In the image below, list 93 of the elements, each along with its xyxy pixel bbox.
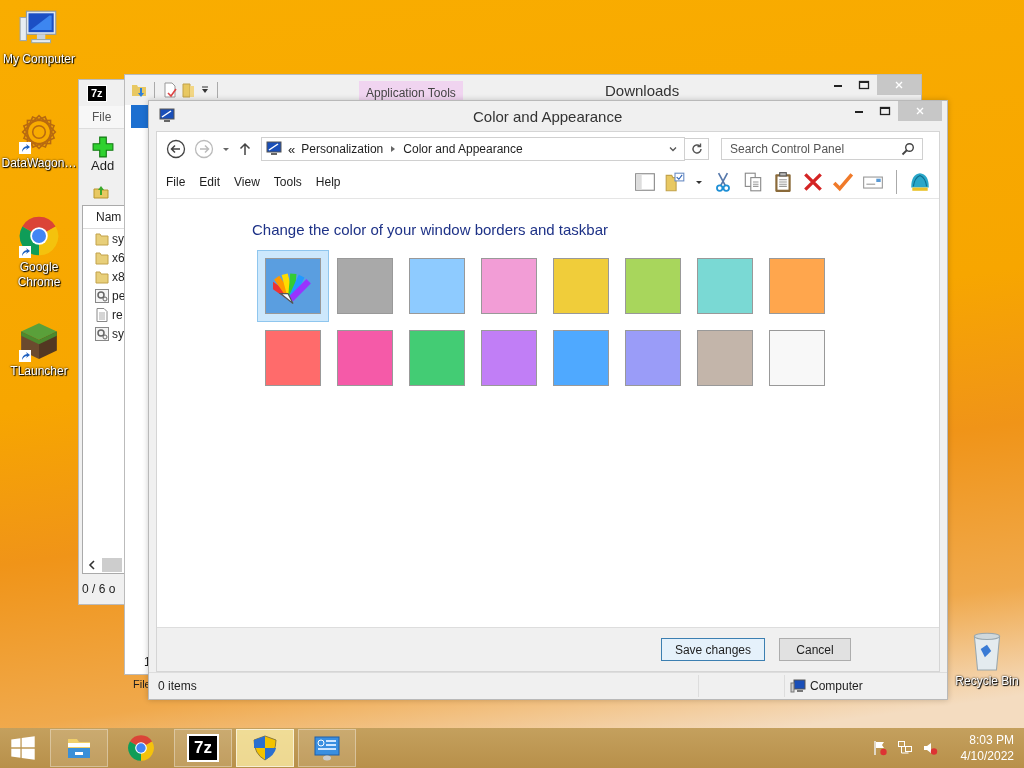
clock-date: 4/10/2022 (960, 748, 1014, 764)
color-tile[interactable] (769, 258, 825, 314)
scrollbar-thumb[interactable] (102, 558, 122, 572)
breadcrumb-item[interactable]: Color and Appearance (403, 142, 523, 156)
status-text: 0 items (157, 679, 198, 693)
back-button[interactable] (165, 138, 187, 160)
breadcrumb-item[interactable]: Personalization (301, 142, 384, 156)
file-name[interactable]: re (112, 307, 123, 322)
control-panel-icon (266, 141, 282, 157)
status-text: 0 / 6 o (82, 582, 116, 596)
page-heading: Change the color of your window borders and taskbar (252, 221, 610, 238)
taskbar-app-button[interactable] (236, 729, 294, 767)
forward-button[interactable] (193, 138, 215, 160)
network-icon[interactable] (896, 740, 913, 756)
hidden-path-chevron[interactable]: « (288, 141, 296, 157)
settings-file-icon (94, 325, 110, 342)
search-field[interactable]: Search Control Panel (721, 138, 923, 160)
computer-icon (790, 678, 806, 694)
flag-alert-icon[interactable] (871, 740, 888, 756)
menu-item[interactable]: File (166, 175, 186, 189)
folder-icon (94, 268, 110, 285)
taskbar-app-button[interactable]: 7z (174, 729, 232, 767)
folder-up-icon[interactable] (93, 184, 109, 200)
shortcut-arrow-icon (19, 142, 31, 154)
search-icon[interactable] (900, 141, 916, 157)
maximize-icon (879, 105, 891, 117)
maximize-icon (858, 79, 870, 91)
copy-icon[interactable] (742, 171, 764, 193)
color-tile[interactable] (409, 330, 465, 386)
file-name[interactable]: x8 (112, 269, 125, 284)
shortcut-arrow-icon (19, 246, 31, 258)
address-dropdown-icon[interactable] (668, 144, 678, 154)
menu-item[interactable]: View (234, 175, 260, 189)
window-title: Downloads (605, 82, 680, 99)
cancel-button[interactable]: Cancel (779, 638, 851, 661)
color-tile[interactable] (769, 330, 825, 386)
color-tile[interactable] (337, 330, 393, 386)
control-panel-icon (313, 734, 341, 762)
properties-icon[interactable] (162, 82, 178, 98)
shortcut-arrow-icon (19, 350, 31, 362)
folder-checklist-icon[interactable] (664, 171, 686, 193)
color-tile[interactable] (697, 330, 753, 386)
color-tile[interactable] (553, 330, 609, 386)
color-tile[interactable] (625, 258, 681, 314)
folder-down-icon[interactable] (131, 82, 147, 98)
browser-icon (127, 734, 155, 762)
color-tile[interactable] (697, 258, 753, 314)
color-tile[interactable] (337, 258, 393, 314)
color-tile[interactable] (625, 330, 681, 386)
color-tile[interactable] (553, 258, 609, 314)
archiver-logo: 7z (88, 85, 106, 101)
color-tile[interactable] (409, 258, 465, 314)
text-file-icon (94, 306, 110, 323)
save-button[interactable]: Save changes (660, 638, 765, 661)
color-tile[interactable] (481, 330, 537, 386)
clock-time: 8:03 PM (969, 732, 1014, 748)
scroll-left-icon[interactable] (87, 560, 97, 570)
shell-icon[interactable] (909, 171, 931, 193)
add-button[interactable]: Add (91, 135, 115, 173)
color-mixer-tile[interactable] (265, 258, 321, 314)
taskbar-app-button[interactable] (298, 729, 356, 767)
file-name[interactable]: x6 (112, 250, 125, 265)
folder-icon (94, 249, 110, 266)
menu-item[interactable]: Edit (199, 175, 221, 189)
color-swatch-option[interactable] (257, 250, 329, 322)
color-tile[interactable] (265, 330, 321, 386)
customize-caret-icon[interactable] (200, 85, 210, 95)
shield-icon (251, 734, 279, 762)
archiver-logo: 7z (189, 736, 217, 760)
clipboard-icon[interactable] (772, 171, 794, 193)
refresh-button[interactable] (685, 138, 709, 160)
checkmark-icon[interactable] (832, 171, 854, 193)
layout-pane-icon[interactable] (634, 171, 656, 193)
window-title: Color and Appearance (473, 108, 623, 125)
delete-icon[interactable] (802, 171, 824, 193)
folder-icon (94, 230, 110, 247)
file-name[interactable]: sy (112, 326, 124, 341)
file-name[interactable]: sy (112, 231, 124, 246)
settings-file-icon (94, 287, 110, 304)
menu-item[interactable]: Help (315, 175, 341, 189)
close-icon (893, 79, 905, 91)
muted-speaker-icon[interactable] (921, 740, 938, 756)
up-arrow-icon[interactable] (237, 141, 253, 157)
windows-logo-icon (10, 735, 36, 761)
close-icon (914, 105, 926, 117)
browser-icon[interactable] (18, 215, 60, 257)
control-panel-icon[interactable] (159, 108, 175, 124)
file-tab[interactable] (131, 105, 151, 128)
address-bar[interactable]: « Personalization Color and Appearance (261, 137, 685, 161)
color-tile[interactable] (481, 258, 537, 314)
taskbar-app-button[interactable] (50, 729, 108, 767)
status-text: Computer (810, 679, 863, 693)
menu-item[interactable]: Tools (273, 175, 302, 189)
